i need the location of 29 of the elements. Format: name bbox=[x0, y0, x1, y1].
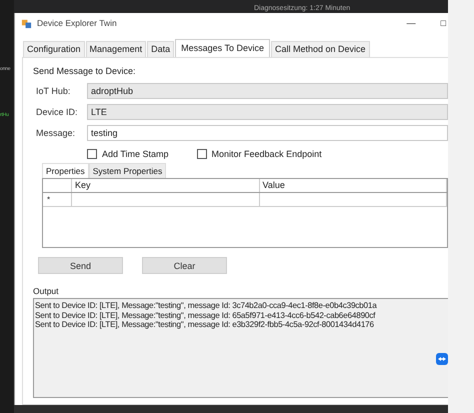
column-header: Key bbox=[72, 179, 260, 192]
tab[interactable]: Properties bbox=[42, 163, 89, 178]
checkbox-label: Monitor Feedback Endpoint bbox=[212, 149, 322, 159]
tab[interactable]: Messages To Device bbox=[175, 39, 270, 57]
button[interactable]: Send bbox=[38, 257, 123, 274]
output-label: Output bbox=[33, 286, 60, 296]
maximize-button[interactable]: □ bbox=[430, 18, 448, 28]
output-line: Sent to Device ID: [LTE], Message:"testing", message Id: 65a5f971-e413-4cc6-b542-cab6e64890cf bbox=[35, 310, 376, 320]
input-field[interactable]: testing bbox=[87, 125, 448, 141]
tab[interactable]: Data bbox=[147, 41, 174, 57]
field-label: Device ID: bbox=[36, 107, 79, 117]
tab[interactable]: Configuration bbox=[23, 41, 85, 57]
checkbox-label: Add Time Stamp bbox=[102, 149, 169, 159]
app-icon bbox=[21, 18, 32, 28]
field-label: Message: bbox=[36, 128, 76, 138]
tab[interactable]: Call Method on Device bbox=[270, 41, 370, 57]
checkbox[interactable] bbox=[87, 149, 97, 159]
section-heading: Send Message to Device: bbox=[33, 66, 137, 76]
output-line: Sent to Device ID: [LTE], Message:"testing", message Id: 3c74b2a0-cca9-4ec1-8f8e-e0b4c39cb01a bbox=[35, 301, 378, 310]
tab[interactable]: Management bbox=[86, 41, 146, 57]
window-title: Device Explorer Twin bbox=[37, 18, 117, 28]
checkbox[interactable] bbox=[196, 149, 207, 159]
output-line: Sent to Device ID: [LTE], Message:"testing", message Id: e3b329f2-fbb5-4c5a-92cf-8001434d4176 bbox=[35, 320, 375, 330]
column-header: Value bbox=[260, 179, 447, 192]
remote-control-icon[interactable] bbox=[436, 353, 448, 365]
field-label: IoT Hub: bbox=[36, 86, 72, 96]
minimize-button[interactable]: — bbox=[396, 18, 426, 28]
button[interactable]: Clear bbox=[142, 257, 227, 274]
tab[interactable]: System Properties bbox=[88, 163, 166, 178]
